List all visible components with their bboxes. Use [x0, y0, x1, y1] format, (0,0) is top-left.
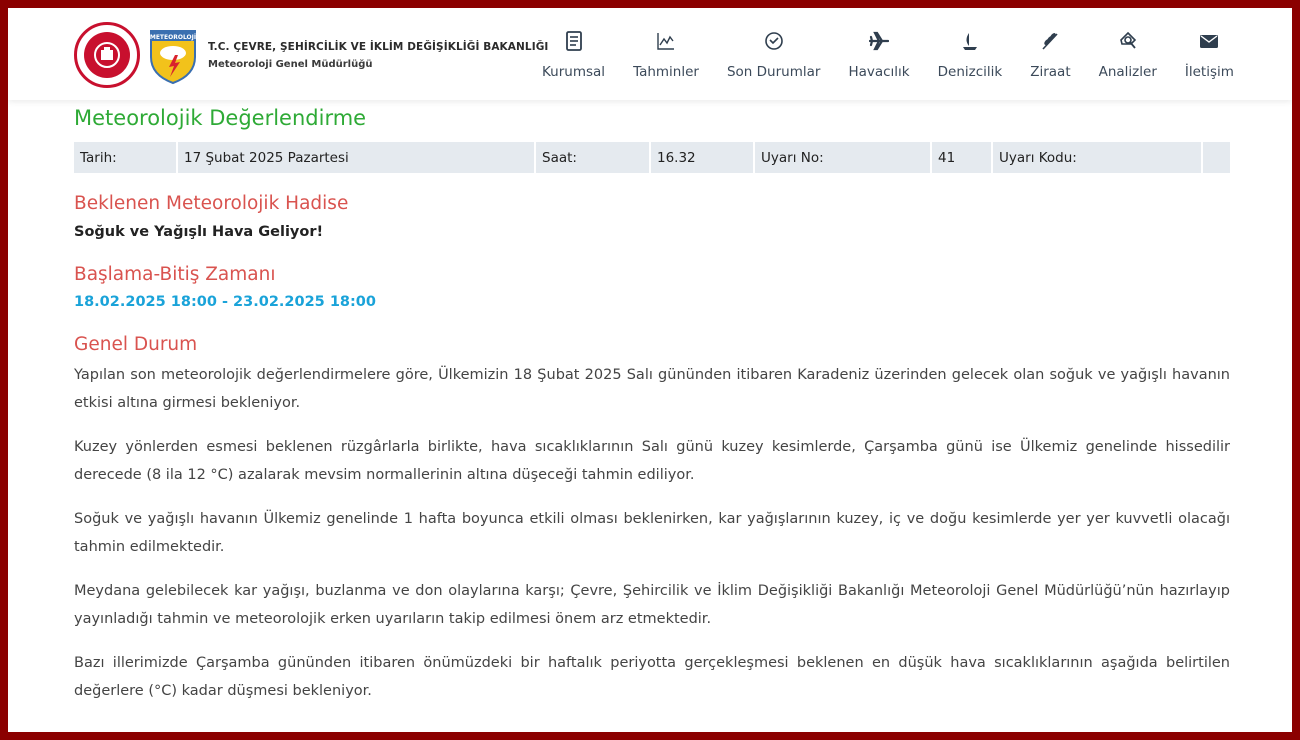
nav-item-analizler[interactable]: Analizler	[1099, 30, 1157, 80]
ministry-name: T.C. ÇEVRE, ŞEHİRCİLİK VE İKLİM DEĞİŞİKL…	[208, 40, 549, 53]
warning-code-value	[1203, 142, 1230, 173]
nav-label: Ziraat	[1030, 64, 1071, 80]
general-title: Genel Durum	[74, 334, 198, 355]
meteoroloji-shield-icon[interactable]: METEOROLOJİ	[148, 25, 198, 85]
info-table: Tarih: 17 Şubat 2025 Pazartesi Saat: 16.…	[74, 142, 1230, 173]
period-text: 18.02.2025 18:00 - 23.02.2025 18:00	[74, 294, 376, 310]
warning-no-value: 41	[932, 142, 993, 173]
warning-code-label: Uyarı Kodu:	[993, 142, 1203, 173]
warning-no-label: Uyarı No:	[755, 142, 932, 173]
paragraph: Soğuk ve yağışlı havanın Ülkemiz genelin…	[74, 511, 1230, 555]
nav-item-havacilik[interactable]: Havacılık	[848, 30, 910, 80]
nav-item-iletisim[interactable]: İletişim	[1185, 30, 1234, 80]
paragraph: Kuzey yönlerden esmesi beklenen rüzgârla…	[74, 439, 1230, 483]
nav-label: Son Durumlar	[726, 64, 821, 80]
sailboat-icon	[959, 30, 981, 52]
paragraph: Yapılan son meteorolojik değerlendirmele…	[74, 367, 1230, 411]
paragraph: Meydana gelebilecek kar yağışı, buzlanma…	[74, 583, 1230, 627]
directorate-name: Meteoroloji Genel Müdürlüğü	[208, 58, 373, 70]
nav-label: Analizler	[1098, 64, 1157, 80]
analysis-icon	[1117, 30, 1139, 52]
time-value: 16.32	[651, 142, 755, 173]
nav-label: Kurumsal	[542, 64, 606, 80]
nav-label: İletişim	[1184, 64, 1234, 80]
paragraph: Bazı illerimizde Çarşamba gününden itiba…	[74, 655, 1230, 699]
chart-icon	[655, 30, 677, 52]
nav-label: Tahminler	[633, 64, 699, 80]
period-title: Başlama-Bitiş Zamanı	[74, 264, 276, 285]
date-label: Tarih:	[74, 142, 178, 173]
logo-area[interactable]: METEOROLOJİ T.C. ÇEVRE, ŞEHİRCİLİK VE İK…	[74, 22, 548, 88]
site-header: METEOROLOJİ T.C. ÇEVRE, ŞEHİRCİLİK VE İK…	[8, 8, 1292, 100]
shield-label: METEOROLOJİ	[150, 34, 196, 41]
date-value: 17 Şubat 2025 Pazartesi	[178, 142, 536, 173]
ministry-emblem-icon[interactable]	[74, 22, 140, 88]
nav-label: Havacılık	[848, 64, 910, 80]
hazard-text: Soğuk ve Yağışlı Hava Geliyor!	[74, 224, 324, 240]
nav-item-denizcilik[interactable]: Denizcilik	[937, 30, 1003, 80]
nav-item-tahminler[interactable]: Tahminler	[633, 30, 699, 80]
nav-item-kurumsal[interactable]: Kurumsal	[542, 30, 605, 80]
nav-item-ziraat[interactable]: Ziraat	[1030, 30, 1071, 80]
nav-item-son-durumlar[interactable]: Son Durumlar	[727, 30, 820, 80]
hazard-title: Beklenen Meteorolojik Hadise	[74, 193, 349, 214]
nav-label: Denizcilik	[937, 64, 1003, 80]
airplane-icon	[868, 30, 890, 52]
main-nav: Kurumsal Tahminler Son Durumlar Havacılı…	[528, 30, 1248, 80]
wheat-icon	[1039, 30, 1061, 52]
page-title: Meteorolojik Değerlendirme	[74, 106, 367, 130]
check-circle-icon	[763, 30, 785, 52]
page-frame: METEOROLOJİ T.C. ÇEVRE, ŞEHİRCİLİK VE İK…	[8, 8, 1292, 732]
main-content: Meteorolojik Değerlendirme Tarih: 17 Şub…	[74, 100, 1230, 705]
time-label: Saat:	[536, 142, 651, 173]
document-icon	[563, 30, 585, 52]
envelope-icon	[1198, 30, 1220, 52]
